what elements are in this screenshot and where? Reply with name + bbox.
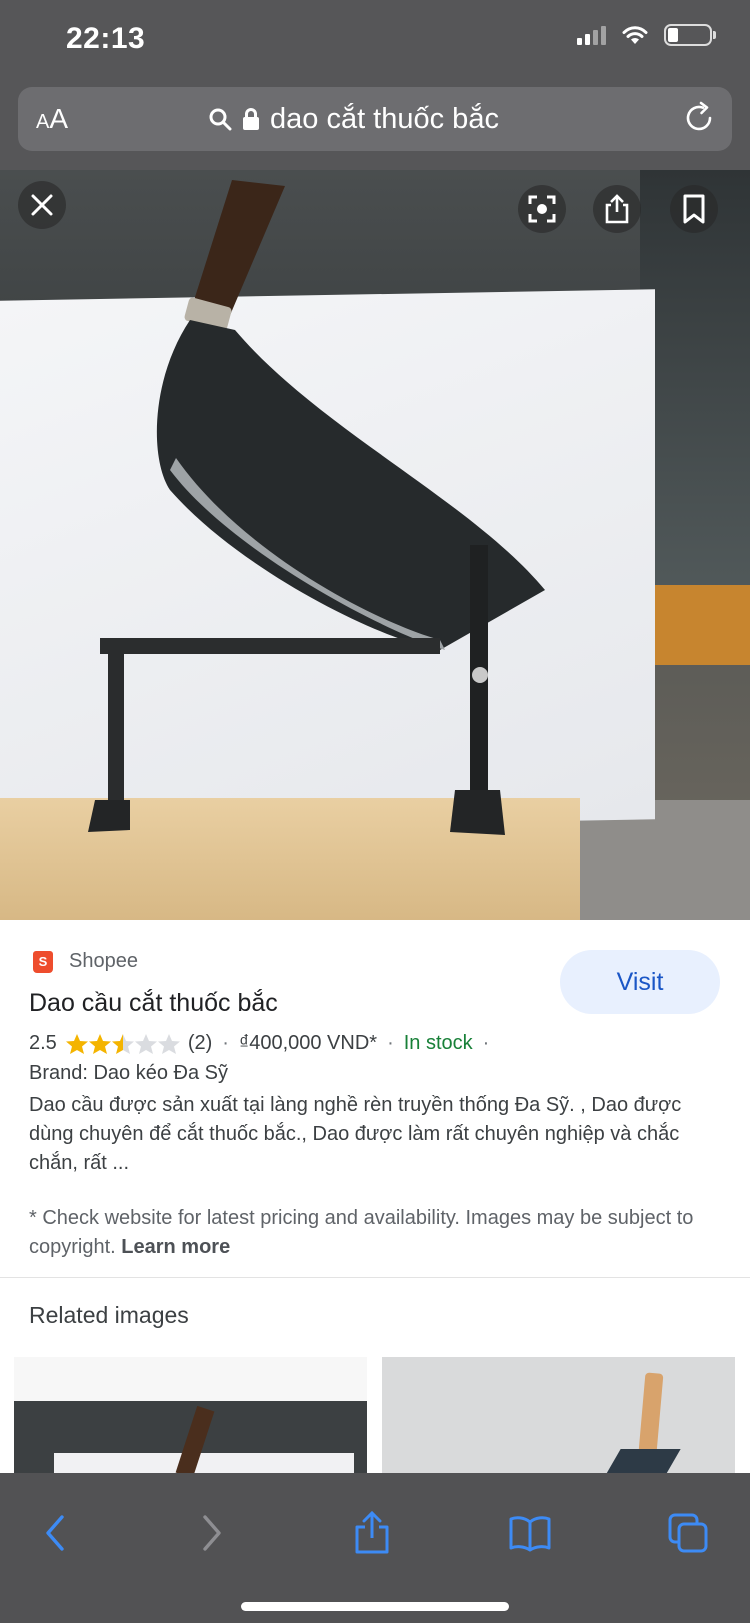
tabs-icon [668,1513,708,1553]
save-button[interactable] [670,185,718,233]
share-icon [355,1511,389,1554]
text-size-button[interactable]: AA [36,103,68,135]
wifi-icon [622,26,648,44]
source-name: Shopee [69,950,138,972]
close-button[interactable] [18,181,66,229]
address-bar[interactable]: AA dao cắt thuốc bắc [18,87,732,151]
search-icon [209,108,232,131]
url-text: dao cắt thuốc bắc [270,102,499,135]
share-image-button[interactable] [593,185,641,233]
lock-icon [243,108,259,130]
close-icon [31,194,53,216]
product-image[interactable] [0,170,750,920]
review-count: (2) [187,1032,213,1054]
star-full-icon [88,1033,111,1054]
disclaimer: * Check website for latest pricing and a… [29,1204,719,1262]
home-indicator [241,1602,509,1611]
reload-icon[interactable] [682,101,716,135]
top-chrome: 22:13 AA dao cắt thuốc bắc [0,0,750,170]
book-icon [509,1516,551,1552]
related-image-thumbnail[interactable] [382,1357,735,1477]
bookmarks-button[interactable] [500,1503,560,1563]
related-image-thumbnail[interactable] [14,1357,367,1477]
rating-value: 2.5 [29,1032,57,1054]
brand: Brand: Dao kéo Đa Sỹ [29,1062,228,1084]
herb-cutter-knife-image [88,180,545,835]
visit-button[interactable]: Visit [560,950,720,1014]
forward-button[interactable] [182,1503,242,1563]
price: ₫400,000 VND* [238,1032,378,1054]
rating-stars [65,1033,180,1055]
status-icons [577,24,716,46]
url-display[interactable]: dao cắt thuốc bắc [208,87,499,151]
tabs-button[interactable] [658,1503,718,1563]
separator-dot: · [222,1032,229,1054]
bottom-toolbar [0,1473,750,1623]
related-images-heading: Related images [29,1302,189,1328]
description: Dao cầu được sản xuất tại làng nghề rèn … [29,1094,682,1174]
chevron-right-icon [203,1515,221,1551]
product-meta: 2.5 (2) · ₫400,000 VND* · In stock · [29,1032,491,1055]
browser-page: 22:13 AA dao cắt thuốc bắc S Shopee Visi… [0,0,750,1623]
status-time: 22:13 [66,22,146,55]
product-title[interactable]: Dao cầu cắt thuốc bắc [29,989,278,1018]
star-full-icon [65,1033,88,1054]
source-row[interactable]: S Shopee [33,950,138,973]
cellular-signal-icon [577,25,606,45]
separator-dot: · [482,1032,490,1054]
share-button[interactable] [342,1503,402,1563]
star-empty-icon [157,1033,180,1054]
shopee-icon: S [33,950,53,973]
star-half-icon [111,1033,134,1054]
learn-more-link[interactable]: Learn more [121,1236,230,1258]
lens-icon [528,195,556,223]
bookmark-icon [683,194,705,224]
back-button[interactable] [25,1503,85,1563]
availability: In stock [403,1032,473,1054]
divider [0,1277,750,1278]
chevron-left-icon [46,1515,64,1551]
share-icon [605,194,629,224]
battery-icon [664,24,716,46]
separator-dot: · [387,1032,394,1054]
star-empty-icon [134,1033,157,1054]
lens-button[interactable] [518,185,566,233]
